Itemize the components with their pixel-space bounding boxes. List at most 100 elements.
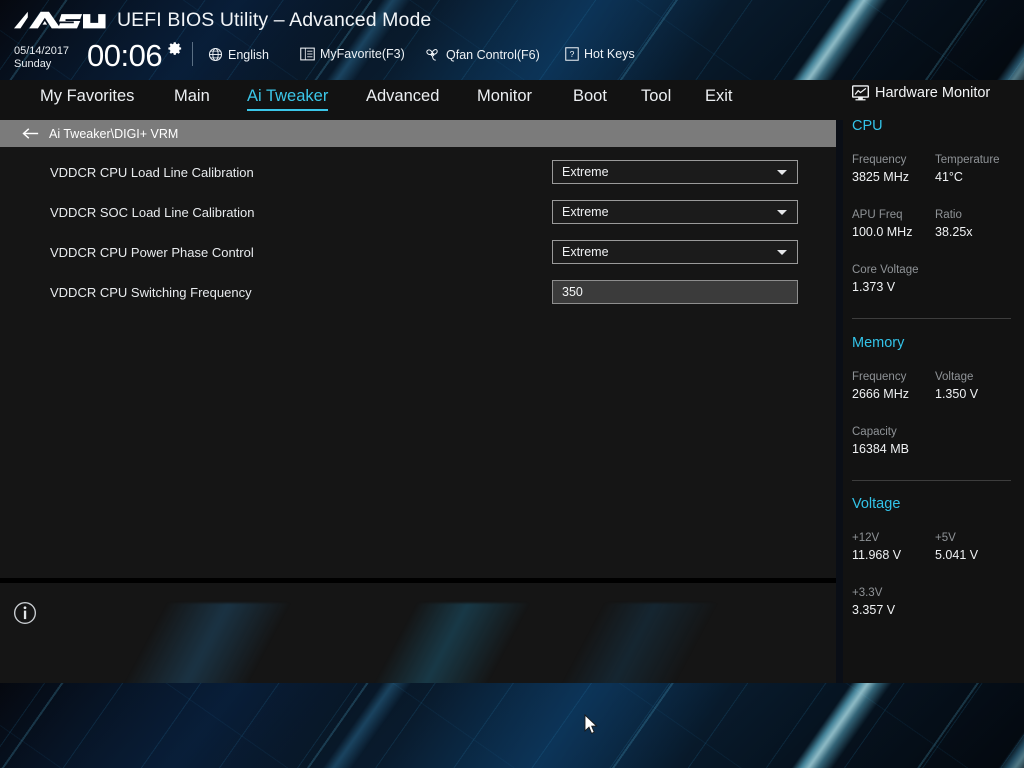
- hw-cpu-core-voltage: Core Voltage 1.373 V: [852, 264, 919, 294]
- hw-key: Voltage: [935, 371, 974, 383]
- dropdown-value: Extreme: [562, 165, 609, 179]
- fan-icon: [426, 49, 438, 61]
- hw-memory-capacity: Capacity 16384 MB: [852, 426, 909, 456]
- qfan-control-label: Qfan Control(F6): [446, 47, 540, 62]
- hw-divider-2: [852, 480, 1011, 481]
- hw-value: 41°C: [935, 170, 963, 184]
- back-arrow-icon[interactable]: [22, 127, 39, 140]
- date-text: 05/14/2017: [14, 45, 70, 57]
- hw-value: 1.350 V: [935, 387, 979, 401]
- nav-my-favorites[interactable]: My Favorites: [40, 87, 134, 109]
- question-box-icon: ?: [565, 47, 579, 61]
- footer-bar: Last Modified EzMode(F7)| Search on FAQ …: [0, 683, 1024, 768]
- setting-control[interactable]: Extreme: [552, 200, 798, 224]
- chevron-down-icon: [777, 250, 787, 255]
- vddcr-cpu-switching-frequency-input[interactable]: 350: [552, 280, 798, 304]
- nav-advanced[interactable]: Advanced: [366, 87, 439, 109]
- setting-label: VDDCR SOC Load Line Calibration: [50, 204, 255, 220]
- hw-key: Temperature: [935, 154, 1000, 166]
- mouse-cursor: [584, 714, 598, 735]
- hw-divider-1: [852, 318, 1011, 319]
- hw-key: Frequency: [852, 371, 907, 383]
- setting-control[interactable]: Extreme: [552, 160, 798, 184]
- hw-value: 3.357 V: [852, 603, 896, 617]
- chevron-down-icon: [777, 170, 787, 175]
- hw-value: 5.041 V: [935, 548, 979, 562]
- dropdown-value: Extreme: [562, 205, 609, 219]
- hw-value: 2666 MHz: [852, 387, 909, 401]
- nav-boot[interactable]: Boot: [573, 87, 607, 109]
- hw-key: Core Voltage: [852, 264, 919, 276]
- asus-logo: [14, 11, 106, 29]
- hotkeys-button[interactable]: ? Hot Keys: [565, 47, 635, 61]
- svg-text:?: ?: [570, 49, 575, 59]
- breadcrumb-path: Ai Tweaker\DIGI+ VRM: [49, 126, 179, 141]
- hw-value: 38.25x: [935, 225, 973, 239]
- setting-row-vddcr-soc-llc[interactable]: VDDCR SOC Load Line Calibration Extreme: [0, 192, 836, 232]
- hw-cpu-frequency: Frequency 3825 MHz: [852, 154, 909, 184]
- hw-value: 1.373 V: [852, 280, 896, 294]
- vddcr-cpu-power-phase-dropdown[interactable]: Extreme: [552, 240, 798, 264]
- hw-value: 3825 MHz: [852, 170, 909, 184]
- hw-cpu-ratio: Ratio 38.25x: [935, 209, 973, 239]
- setting-row-vddcr-cpu-power-phase[interactable]: VDDCR CPU Power Phase Control Extreme: [0, 232, 836, 272]
- hardware-monitor-title-label: Hardware Monitor: [875, 85, 991, 101]
- hw-section-voltage-title: Voltage: [852, 496, 901, 512]
- hw-memory-voltage: Voltage 1.350 V: [935, 371, 978, 401]
- breadcrumb[interactable]: Ai Tweaker\DIGI+ VRM: [0, 120, 836, 147]
- page-title: UEFI BIOS Utility – Advanced Mode: [117, 9, 432, 31]
- bios-screen: UEFI BIOS Utility – Advanced Mode 05/14/…: [0, 0, 1024, 768]
- setting-label: VDDCR CPU Power Phase Control: [50, 244, 254, 260]
- hw-section-cpu-title: CPU: [852, 118, 883, 134]
- nav-ai-tweaker[interactable]: Ai Tweaker: [247, 87, 329, 111]
- gear-icon[interactable]: [168, 41, 183, 56]
- setting-control[interactable]: Extreme: [552, 240, 798, 264]
- vddcr-soc-llc-dropdown[interactable]: Extreme: [552, 200, 798, 224]
- hardware-monitor-title: Hardware Monitor: [852, 85, 990, 101]
- setting-label: VDDCR CPU Load Line Calibration: [50, 164, 254, 180]
- hw-cpu-apu-freq: APU Freq 100.0 MHz: [852, 209, 912, 239]
- chevron-down-icon: [777, 210, 787, 215]
- help-panel: [0, 583, 836, 683]
- hw-section-memory-title: Memory: [852, 335, 905, 351]
- hw-value: 16384 MB: [852, 442, 909, 456]
- info-icon[interactable]: [13, 601, 37, 625]
- header-bar: UEFI BIOS Utility – Advanced Mode 05/14/…: [0, 0, 1024, 80]
- qfan-control-button[interactable]: Qfan Control(F6): [424, 47, 540, 62]
- myfavorite-button[interactable]: MyFavorite(F3): [300, 47, 405, 61]
- hw-key: Frequency: [852, 154, 907, 166]
- hw-voltage-12v: +12V 11.968 V: [852, 532, 901, 562]
- hardware-monitor-panel: Hardware Monitor CPU Frequency 3825 MHz …: [843, 80, 1024, 683]
- setting-row-vddcr-cpu-llc[interactable]: VDDCR CPU Load Line Calibration Extreme: [0, 152, 836, 192]
- list-icon: [300, 47, 315, 61]
- hotkeys-label: Hot Keys: [584, 47, 635, 61]
- nav-monitor[interactable]: Monitor: [477, 87, 532, 109]
- hw-key: +3.3V: [852, 587, 883, 599]
- header-divider-1: [192, 42, 193, 66]
- hw-value: 100.0 MHz: [852, 225, 913, 239]
- clock-text: 00:06: [87, 38, 163, 73]
- datetime-display: 05/14/2017 Sunday: [14, 45, 69, 70]
- nav-main[interactable]: Main: [174, 87, 210, 109]
- nav-tool[interactable]: Tool: [641, 87, 671, 109]
- dropdown-value: Extreme: [562, 245, 609, 259]
- language-label: English: [228, 47, 269, 62]
- setting-row-vddcr-cpu-switching-freq[interactable]: VDDCR CPU Switching Frequency 350: [0, 272, 836, 312]
- myfavorite-label: MyFavorite(F3): [320, 47, 405, 61]
- hw-voltage-5v: +5V 5.041 V: [935, 532, 978, 562]
- language-button[interactable]: English: [208, 47, 269, 62]
- settings-panel: VDDCR CPU Load Line Calibration Extreme …: [0, 147, 836, 578]
- setting-control[interactable]: 350: [552, 280, 798, 304]
- hw-key: +5V: [935, 532, 956, 544]
- input-value: 350: [562, 285, 583, 299]
- nav-exit[interactable]: Exit: [705, 87, 733, 109]
- hw-key: Ratio: [935, 209, 962, 221]
- setting-label: VDDCR CPU Switching Frequency: [50, 284, 252, 300]
- hw-voltage-33v: +3.3V 3.357 V: [852, 587, 895, 617]
- weekday-text: Sunday: [14, 57, 52, 70]
- vddcr-cpu-llc-dropdown[interactable]: Extreme: [552, 160, 798, 184]
- hw-cpu-temperature: Temperature 41°C: [935, 154, 1000, 184]
- help-panel-divider: [0, 578, 836, 583]
- hw-value: 11.968 V: [852, 548, 902, 562]
- hw-key: APU Freq: [852, 209, 903, 221]
